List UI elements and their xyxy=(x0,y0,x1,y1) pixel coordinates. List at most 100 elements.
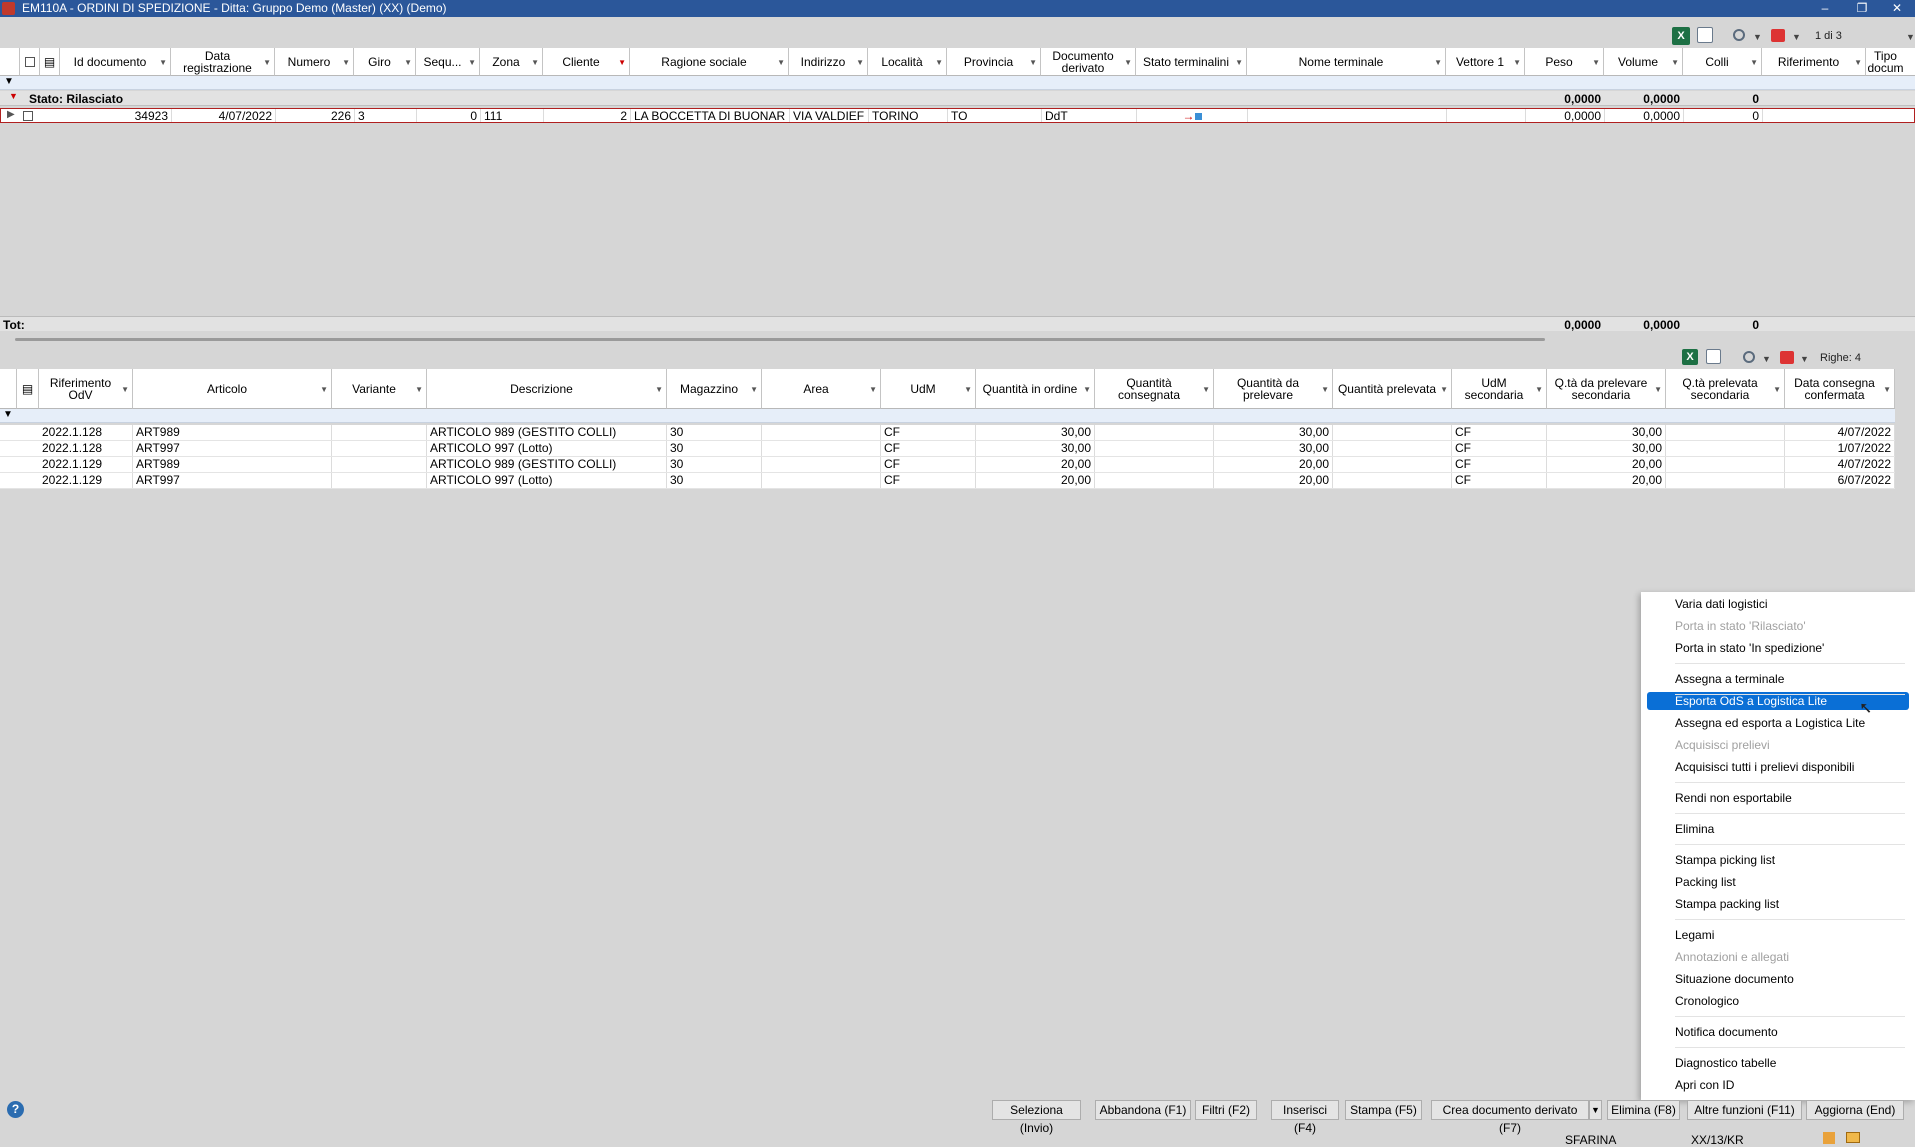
col-documento-derivato[interactable]: Documento derivato ▼ xyxy=(1041,48,1136,76)
chevron-down-icon[interactable]: ▼ xyxy=(1906,32,1915,42)
top-filter-row[interactable]: ▼ xyxy=(0,76,1915,90)
folder-icon[interactable] xyxy=(1823,1132,1835,1144)
search-icon[interactable] xyxy=(1743,351,1755,363)
excel-export-icon[interactable]: X xyxy=(1672,27,1690,45)
col-area[interactable]: Area ▼ xyxy=(762,369,881,409)
col-magazzino[interactable]: Magazzino ▼ xyxy=(667,369,762,409)
filter-icon[interactable] xyxy=(1780,351,1794,364)
button-inserisci-f4[interactable]: Inserisci (F4) xyxy=(1271,1100,1339,1135)
menu-item-stampa-packing-list[interactable]: Stampa packing list xyxy=(1641,895,1915,913)
menu-item-apri-con-id[interactable]: Apri con ID xyxy=(1641,1076,1915,1094)
col-riferimento-odv[interactable]: Riferimento OdV ▼ xyxy=(39,369,133,409)
col-indirizzo[interactable]: Indirizzo ▼ xyxy=(789,48,868,76)
menu-item-acquisisci-tutti-i-prelievi-disponibili[interactable]: Acquisisci tutti i prelievi disponibili xyxy=(1641,758,1915,776)
col-colli[interactable]: Colli ▼ xyxy=(1683,48,1762,76)
col-quantita-ordine[interactable]: Quantità in ordine ▼ xyxy=(976,369,1095,409)
table-row[interactable]: ▶ 34923 4/07/2022 226 3 0 111 2 LA BOCCE… xyxy=(0,108,1915,123)
table-row[interactable]: 2022.1.128 ART989 ARTICOLO 989 (GESTITO CO… xyxy=(0,425,1895,441)
col-qta-prelevata-secondaria[interactable]: Q.tà prelevata secondaria ▼ xyxy=(1666,369,1785,409)
col-udm-secondaria[interactable]: UdM secondaria ▼ xyxy=(1452,369,1547,409)
menu-item-acquisisci-prelievi[interactable]: Acquisisci prelievi xyxy=(1641,736,1915,754)
chevron-down-icon[interactable]: ▼ xyxy=(1762,354,1771,364)
button-stampa-f5[interactable]: Stampa (F5) xyxy=(1345,1100,1422,1120)
col-quantita-consegnata[interactable]: Quantità consegnata ▼ xyxy=(1095,369,1214,409)
close-icon[interactable]: ✕ xyxy=(1882,0,1912,17)
col-ragione-sociale[interactable]: Ragione sociale ▼ xyxy=(630,48,789,76)
menu-item-porta-in-stato-rilasciato[interactable]: Porta in stato 'Rilasciato' xyxy=(1641,617,1915,635)
chevron-down-icon[interactable]: ▼ xyxy=(1753,32,1762,42)
chevron-down-icon[interactable]: ▼ xyxy=(1792,32,1801,42)
col-udm[interactable]: UdM ▼ xyxy=(881,369,976,409)
notes-icon[interactable]: ▤ xyxy=(40,48,60,76)
menu-item-assegna-ed-esporta-a-logistica-lite[interactable]: Assegna ed esporta a Logistica Lite xyxy=(1641,714,1915,732)
col-tipo-documento[interactable]: Tipo docum xyxy=(1866,48,1915,76)
row-checkbox[interactable] xyxy=(23,111,33,121)
help-icon[interactable]: ? xyxy=(7,1101,24,1118)
menu-item-situazione-documento[interactable]: Situazione documento xyxy=(1641,970,1915,988)
menu-item-cronologico[interactable]: Cronologico xyxy=(1641,992,1915,1010)
chevron-down-icon[interactable]: ▼ xyxy=(1589,1100,1602,1120)
col-qta-da-prelevare-secondaria[interactable]: Q.tà da prelevare secondaria ▼ xyxy=(1547,369,1666,409)
button-seleziona-invio[interactable]: Seleziona (Invio) xyxy=(992,1100,1081,1135)
col-data-consegna-confermata[interactable]: Data consegna confermata ▼ xyxy=(1785,369,1895,409)
col-data-registrazione[interactable]: Data registrazione ▼ xyxy=(171,48,275,76)
select-all-checkbox[interactable] xyxy=(20,48,40,76)
button-aggiorna-end[interactable]: Aggiorna (End) xyxy=(1806,1100,1904,1120)
col-riferimento[interactable]: Riferimento ▼ xyxy=(1762,48,1866,76)
col-variante[interactable]: Variante ▼ xyxy=(332,369,427,409)
col-provincia[interactable]: Provincia ▼ xyxy=(947,48,1041,76)
col-stato-terminalini[interactable]: Stato terminalini ▼ xyxy=(1136,48,1247,76)
col-articolo[interactable]: Articolo ▼ xyxy=(133,369,332,409)
menu-item-assegna-a-terminale[interactable]: Assegna a terminale xyxy=(1641,670,1915,688)
status-user: SFARINA xyxy=(1565,1133,1617,1147)
excel-export-icon[interactable]: X xyxy=(1682,349,1698,365)
col-quantita-da-prelevare[interactable]: Quantità da prelevare ▼ xyxy=(1214,369,1333,409)
menu-item-stampa-picking-list[interactable]: Stampa picking list xyxy=(1641,851,1915,869)
notes-icon[interactable]: ▤ xyxy=(17,369,39,409)
menu-item-packing-list[interactable]: Packing list xyxy=(1641,873,1915,891)
menu-item-rendi-non-esportabile[interactable]: Rendi non esportabile xyxy=(1641,789,1915,807)
menu-item-elimina[interactable]: Elimina xyxy=(1641,820,1915,838)
button-crea-documento-derivato-f7[interactable]: Crea documento derivato (F7) xyxy=(1431,1100,1589,1135)
col-cliente[interactable]: Cliente ▼ xyxy=(543,48,630,76)
col-numero[interactable]: Numero ▼ xyxy=(275,48,354,76)
col-descrizione[interactable]: Descrizione ▼ xyxy=(427,369,667,409)
button-filtri-f2[interactable]: Filtri (F2) xyxy=(1195,1100,1257,1120)
button-abbandona-f1[interactable]: Abbandona (F1) xyxy=(1095,1100,1191,1120)
menu-item-porta-in-stato-in-spedizione[interactable]: Porta in stato 'In spedizione' xyxy=(1641,639,1915,657)
chevron-down-icon[interactable]: ▼ xyxy=(1800,354,1809,364)
collapse-icon[interactable]: ▼ xyxy=(9,91,18,101)
table-row[interactable]: 2022.1.129 ART997 ARTICOLO 997 (Lotto) 30 CF… xyxy=(0,473,1895,489)
col-nome-terminale[interactable]: Nome terminale ▼ xyxy=(1247,48,1446,76)
bottom-filter-row[interactable]: ▼ xyxy=(0,409,1895,423)
col-id-documento[interactable]: Id documento ▼ xyxy=(60,48,171,76)
layout-icon[interactable] xyxy=(1697,27,1713,43)
monitor-icon[interactable] xyxy=(1846,1132,1860,1143)
col-volume[interactable]: Volume ▼ xyxy=(1604,48,1683,76)
menu-item-varia-dati-logistici[interactable]: Varia dati logistici xyxy=(1641,595,1915,613)
button-elimina-f8[interactable]: Elimina (F8) xyxy=(1607,1100,1680,1120)
button-altre-funzioni-f11[interactable]: Altre funzioni (F11) xyxy=(1687,1100,1802,1120)
menu-item-annotazioni-e-allegati[interactable]: Annotazioni e allegati xyxy=(1641,948,1915,966)
table-row[interactable]: 2022.1.129 ART989 ARTICOLO 989 (GESTITO CO… xyxy=(0,457,1895,473)
cell-quantita-ordine: 20,00 xyxy=(976,457,1095,472)
horizontal-scrollbar[interactable] xyxy=(15,338,1545,341)
minimize-icon[interactable]: – xyxy=(1810,0,1840,17)
layout-icon[interactable] xyxy=(1706,349,1721,364)
col-sequenza[interactable]: Sequ... ▼ xyxy=(416,48,480,76)
filter-icon[interactable] xyxy=(1771,29,1785,42)
menu-item-notifica-documento[interactable]: Notifica documento xyxy=(1641,1023,1915,1041)
group-row[interactable]: ▼ Stato: Rilasciato 0,0000 0,0000 0 xyxy=(0,91,1915,106)
col-zona[interactable]: Zona ▼ xyxy=(480,48,543,76)
menu-item-legami[interactable]: Legami xyxy=(1641,926,1915,944)
expand-icon[interactable]: ▶ xyxy=(7,109,15,120)
search-icon[interactable] xyxy=(1733,29,1745,41)
table-row[interactable]: 2022.1.128 ART997 ARTICOLO 997 (Lotto) 30 CF… xyxy=(0,441,1895,457)
col-localita[interactable]: Località ▼ xyxy=(868,48,947,76)
col-giro[interactable]: Giro ▼ xyxy=(354,48,416,76)
restore-icon[interactable]: ❐ xyxy=(1847,0,1877,17)
col-vettore-1[interactable]: Vettore 1 ▼ xyxy=(1446,48,1525,76)
menu-item-diagnostico-tabelle[interactable]: Diagnostico tabelle xyxy=(1641,1054,1915,1072)
col-quantita-prelevata[interactable]: Quantità prelevata ▼ xyxy=(1333,369,1452,409)
col-peso[interactable]: Peso ▼ xyxy=(1525,48,1604,76)
